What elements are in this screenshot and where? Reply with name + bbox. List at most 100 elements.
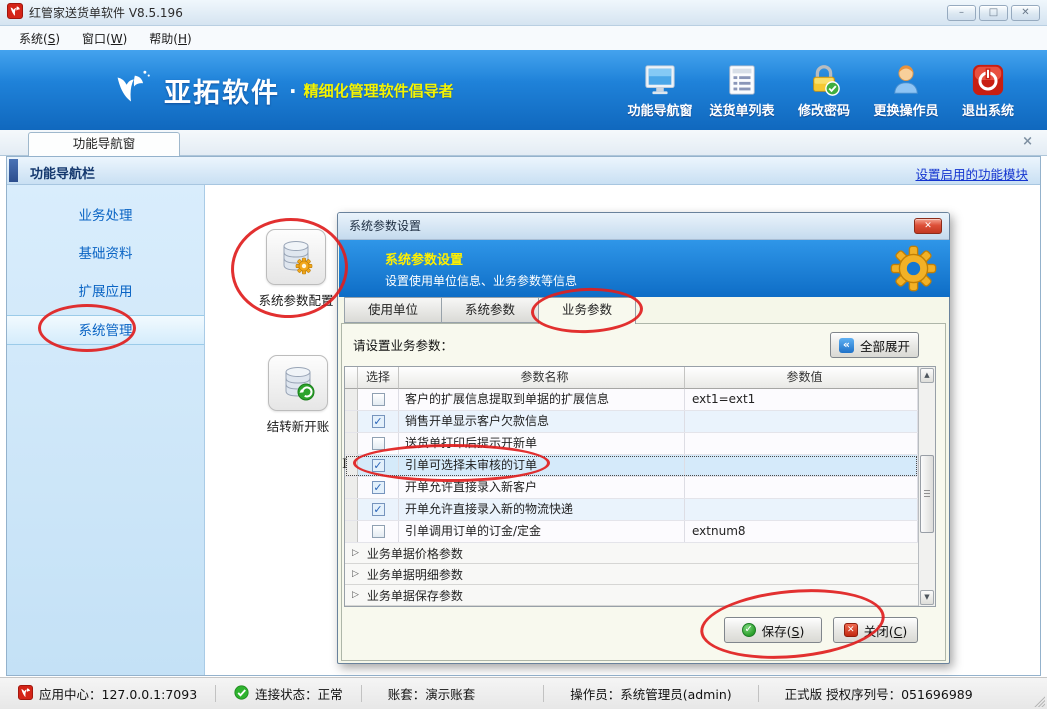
toolbar-item-label: 功能导航窗 [620,100,700,119]
dialog-titlebar: 系统参数设置 [338,213,949,240]
checkbox[interactable]: ✓ [372,481,385,494]
expand-all-button[interactable]: « 全部展开 [830,332,919,358]
configure-modules-link[interactable]: 设置启用的功能模块 [915,164,1028,183]
sidebar-item[interactable]: 业务处理 [7,201,204,231]
table-row[interactable]: ✓销售开单显示客户欠款信息 [345,411,918,433]
banner-subtitle: 设置使用单位信息、业务参数等信息 [385,272,950,289]
dialog-tab[interactable]: 使用单位 [344,297,442,323]
expand-all-label: 全部展开 [860,336,910,355]
save-check-icon: ✓ [742,623,756,637]
group-label: 业务单据明细参数 [367,566,463,583]
toolbar-item-label: 退出系统 [948,100,1028,119]
nav-accent-bar [9,159,18,182]
collapse-arrow-icon[interactable]: ▷ [352,590,359,600]
dialog-close-button[interactable]: ✕ [914,218,942,234]
param-value-cell: extnum8 [685,521,918,542]
system-parameters-dialog: 系统参数设置 ✕ 系统参数设置 设置使用单位信息、业务参数等信息 使用单位系统参… [337,212,950,664]
close-dialog-button[interactable]: ✕ 关闭(C) [833,617,918,643]
toolbar-monitor[interactable]: 功能导航窗 [620,59,700,119]
shortcut-database-refresh[interactable]: 结转新开账 [255,355,341,435]
collapse-arrow-icon[interactable]: ▷ [352,569,359,579]
status-bar: 应用中心：127.0.0.1:7093 连接状态：正常 账套：演示账套 操作员：… [0,677,1047,709]
dialog-tab[interactable]: 业务参数 [538,297,636,324]
group-label: 业务单据保存参数 [367,587,463,604]
param-value-cell [685,477,918,498]
group-label: 业务单据价格参数 [367,545,463,562]
table-rows: 客户的扩展信息提取到单据的扩展信息ext1=ext1✓销售开单显示客户欠款信息送… [345,389,918,606]
nav-panel-title: 功能导航栏 [30,163,95,182]
checkbox-cell [358,433,399,454]
tab-function-navigator[interactable]: 功能导航窗 [28,132,180,156]
checkbox[interactable]: ✓ [372,415,385,428]
scroll-down-icon[interactable]: ▼ [920,590,934,605]
toolbar-item-label: 更换操作员 [866,100,946,119]
table-row[interactable]: 送货单打印后提示开新单 [345,433,918,455]
group-row[interactable]: ▷ 业务单据保存参数 [345,585,918,606]
sidebar-item[interactable]: 扩展应用 [7,277,204,307]
document-tabstrip: 功能导航窗 × [0,130,1047,156]
database-gear-icon [266,229,326,285]
checkbox[interactable] [372,393,385,406]
group-row[interactable]: ▷ 业务单据价格参数 [345,543,918,564]
toolbar-list[interactable]: 送货单列表 [702,59,782,119]
parameters-table: 选择参数名称参数值 客户的扩展信息提取到单据的扩展信息ext1=ext1✓销售开… [344,366,936,607]
toolbar-power[interactable]: 退出系统 [948,59,1028,119]
table-row[interactable]: ✓引单可选择未审核的订单 [345,455,918,477]
status-license-text: 正式版 授权序列号：051696989 [785,684,973,703]
save-button-label: 保存(S) [762,621,805,640]
scroll-up-icon[interactable]: ▲ [920,368,934,383]
parameters-table-body: 选择参数名称参数值 客户的扩展信息提取到单据的扩展信息ext1=ext1✓销售开… [345,367,918,606]
row-indicator [345,389,358,410]
resize-grip[interactable] [1032,694,1045,707]
database-refresh-icon [268,355,328,411]
minimize-button[interactable]: – [947,5,976,21]
collapse-arrow-icon[interactable]: ▷ [352,548,359,558]
toolbar-user[interactable]: 更换操作员 [866,59,946,119]
brand-block: 亚拓软件 · 精细化管理软件倡导者 [108,66,454,115]
column-header: 参数名称 [399,367,685,389]
expand-all-icon: « [839,338,854,353]
scrollbar-thumb[interactable] [920,455,934,533]
application-window: 红管家送货单软件 V8.5.196 – □ ✕ 系统(S)窗口(W)帮助(H) … [0,0,1047,709]
checkbox[interactable]: ✓ [372,459,385,472]
param-name-cell: 送货单打印后提示开新单 [399,433,685,454]
row-indicator [345,433,358,454]
checkbox[interactable] [372,437,385,450]
checkbox-cell [358,521,399,542]
close-button-label: 关闭(C) [864,621,908,640]
checkbox-cell [358,389,399,410]
table-header-row: 选择参数名称参数值 [345,367,918,389]
status-account: 账套：演示账套 [361,685,502,702]
param-value-cell [685,433,918,454]
table-row[interactable]: ✓开单允许直接录入新的物流快递 [345,499,918,521]
list-icon [702,59,782,97]
dialog-tab[interactable]: 系统参数 [441,297,539,323]
table-row[interactable]: 客户的扩展信息提取到单据的扩展信息ext1=ext1 [345,389,918,411]
shortcut-database-gear[interactable]: 系统参数配置 [253,229,339,309]
sidebar-item[interactable]: 系统管理 [7,315,204,345]
menu-item[interactable]: 系统(S) [8,27,71,50]
save-button[interactable]: ✓ 保存(S) [724,617,822,643]
monitor-icon [620,59,700,97]
table-row[interactable]: ✓开单允许直接录入新客户 [345,477,918,499]
menu-item[interactable]: 帮助(H) [138,27,202,50]
checkbox[interactable]: ✓ [372,503,385,516]
row-indicator [345,521,358,542]
dialog-tabs: 使用单位系统参数业务参数 [344,297,635,324]
vertical-scrollbar[interactable]: ▲ ▼ [918,367,935,606]
toolbar-item-label: 修改密码 [784,100,864,119]
table-row[interactable]: 引单调用订单的订金/定金extnum8 [345,521,918,543]
tabstrip-close-icon[interactable]: × [1022,134,1033,149]
grid-prompt: 请设置业务参数： [353,335,453,354]
toolbar-lock[interactable]: 修改密码 [784,59,864,119]
sidebar-item[interactable]: 基础资料 [7,239,204,269]
group-row[interactable]: ▷ 业务单据明细参数 [345,564,918,585]
window-controls: – □ ✕ [947,5,1040,21]
shortcut-label: 结转新开账 [255,416,341,435]
menu-item[interactable]: 窗口(W) [71,27,138,50]
param-name-cell: 引单调用订单的订金/定金 [399,521,685,542]
close-button[interactable]: ✕ [1011,5,1040,21]
checkbox[interactable] [372,525,385,538]
maximize-button[interactable]: □ [979,5,1008,21]
gear-icon [890,245,937,292]
